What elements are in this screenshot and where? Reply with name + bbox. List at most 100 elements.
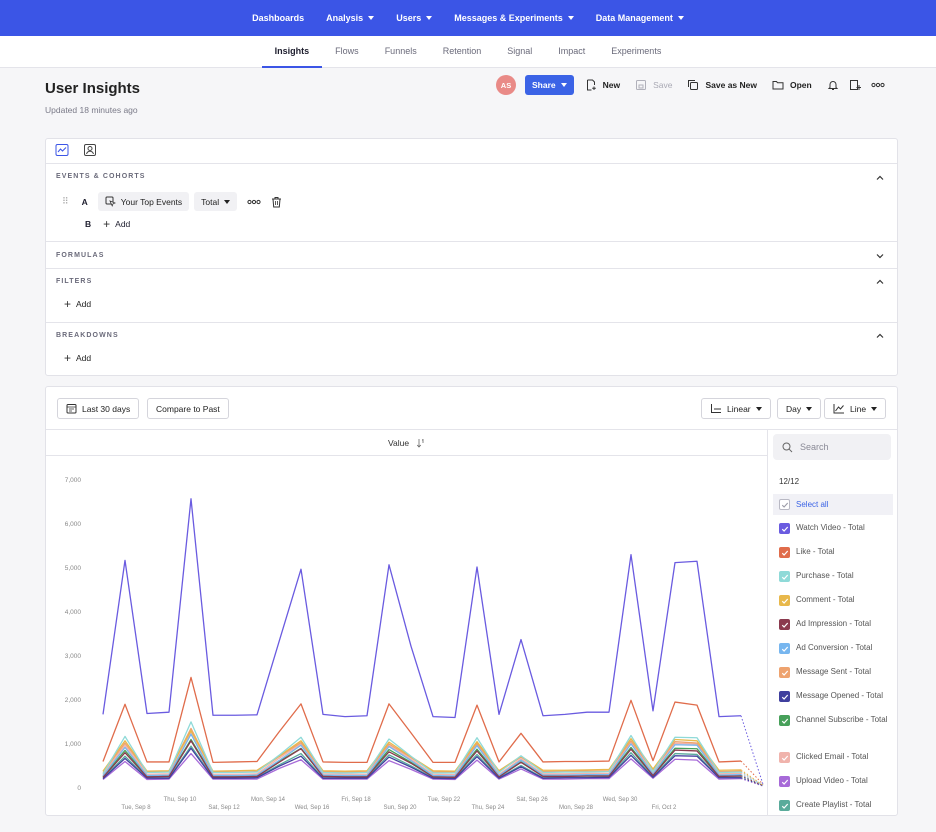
legend-item[interactable]: Ad Impression - Total [773,618,893,630]
x-tick-label: Fri, Oct 2 [652,805,677,811]
add-event-button[interactable]: + Add [103,218,130,230]
report-toolbar: AS Share New Save Save as New Open [496,74,885,96]
nav-item-label: Dashboards [252,13,305,23]
select-all-checkbox[interactable]: Select all [773,494,893,515]
x-tick-label: Mon, Sep 14 [251,797,286,803]
calendar-icon [66,404,77,414]
add-filter-label: Add [76,299,92,309]
checkbox-checked-icon [779,715,790,726]
x-tick-label: Wed, Sep 16 [295,805,330,811]
chevron-down-icon [224,199,231,204]
chevron-up-icon[interactable] [875,331,885,341]
chevron-down-icon [560,83,567,87]
checkbox-checked-icon [779,571,790,582]
legend-item[interactable]: Like - Total [773,546,893,558]
chevron-up-icon[interactable] [875,173,885,183]
tab-insights[interactable]: Insights [261,36,323,68]
scale-label: Linear [727,403,751,414]
more-icon[interactable] [247,198,261,206]
drag-handle-icon[interactable]: ⠿ [62,196,69,207]
event-row-a: ⠿ A Your Top Events Total [62,192,282,211]
share-button[interactable]: Share [525,75,574,95]
tab-retention[interactable]: Retention [430,36,495,68]
tab-flows[interactable]: Flows [322,36,372,68]
legend-item[interactable]: Clicked Email - Total [773,751,893,763]
sub-nav: Insights Flows Funnels Retention Signal Impac… [0,36,936,68]
trash-icon[interactable] [271,196,282,208]
legend-item[interactable]: Watch Video - Total [773,522,893,534]
tab-experiments[interactable]: Experiments [598,36,674,68]
interval-dropdown[interactable]: Day [777,398,822,419]
chevron-down-icon [806,406,813,411]
copy-icon [688,80,699,90]
y-tick-label: 2,000 [65,697,82,704]
tab-events-chart-icon[interactable] [55,143,69,157]
sort-icon[interactable] [416,438,426,448]
nav-item-messages-experiments[interactable]: Messages & Experiments [454,13,574,23]
check-icon [779,499,790,510]
compare-label: Compare to Past [156,403,220,414]
legend-item[interactable]: Message Opened - Total [773,690,893,702]
nav-item-users[interactable]: Users [396,13,433,23]
top-nav: Dashboards Analysis Users Messages & Experi… [0,0,936,36]
legend-item[interactable]: Purchase - Total [773,570,893,582]
nav-item-dashboards[interactable]: Dashboards [252,13,304,23]
nav-item-label: Users [396,13,422,23]
chevron-down-icon [677,16,684,20]
save-button[interactable]: Save [635,79,672,91]
chart-type-label: Line [850,403,867,414]
tab-funnels[interactable]: Funnels [372,36,430,68]
legend-item[interactable]: Ad Conversion - Total [773,642,893,654]
add-breakdown-button[interactable]: + Add [64,352,91,364]
more-icon[interactable] [871,79,885,91]
nav-item-label: Analysis [326,13,364,23]
legend-item[interactable]: Channel Subscribe - Total [773,714,893,726]
x-tick-label: Thu, Sep 10 [164,797,197,803]
series-line[interactable] [102,498,742,719]
open-button[interactable]: Open [772,79,812,91]
tab-users-profile-icon[interactable] [83,143,97,157]
breakdowns-section: BREAKDOWNS + Add [46,323,897,376]
new-button[interactable]: New [585,79,620,91]
avatar[interactable]: AS [496,75,516,95]
date-range-button[interactable]: Last 30 days [57,398,140,419]
chevron-down-icon [755,406,762,411]
x-tick-label: Sat, Sep 12 [208,805,240,811]
chevron-up-icon[interactable] [875,277,885,287]
formulas-section[interactable]: FORMULAS [46,242,897,269]
share-label: Share [532,80,556,90]
tab-impact[interactable]: Impact [545,36,598,68]
nav-item-data-management[interactable]: Data Management [596,13,684,23]
legend-item[interactable]: Message Sent - Total [773,666,893,678]
event-selector[interactable]: Your Top Events [97,192,190,211]
search-icon [782,442,793,452]
checkbox-checked-icon [779,691,790,702]
select-all-label: Select all [796,500,829,509]
legend-item-label: Purchase - Total [796,571,854,580]
tab-signal[interactable]: Signal [494,36,545,68]
compare-button[interactable]: Compare to Past [147,398,229,419]
add-to-board-icon[interactable] [849,79,861,91]
measure-dropdown[interactable]: Total [194,192,238,211]
y-tick-label: 7,000 [65,477,82,484]
line-chart: 0 1,000 2,000 3,000 4,000 5,000 6,000 7,000 Tue,… [65,477,764,811]
add-filter-button[interactable]: + Add [64,298,92,310]
legend-item[interactable]: Upload Video - Total [773,775,893,787]
legend-search-input[interactable]: Search [773,434,891,460]
y-tick-label: 3,000 [65,653,82,660]
save-label: Save [653,80,673,90]
x-tick-label: Wed, Sep 30 [603,797,638,803]
x-tick-label: Sat, Sep 26 [516,797,548,803]
chevron-down-icon[interactable] [875,251,885,261]
event-letter-b: B [85,219,92,229]
nav-item-analysis[interactable]: Analysis [326,13,375,23]
alert-icon[interactable] [827,79,839,91]
value-column-header[interactable]: Value [46,430,768,456]
scale-dropdown[interactable]: Linear [701,398,771,419]
legend-item[interactable]: Comment - Total [773,594,893,606]
legend-item-label: Clicked Email - Total [796,752,869,761]
save-as-new-button[interactable]: Save as New [687,79,757,91]
legend-item-label: Watch Video - Total [796,523,865,532]
chart-type-dropdown[interactable]: Line [824,398,887,419]
legend-item[interactable]: Create Playlist - Total [773,799,893,811]
